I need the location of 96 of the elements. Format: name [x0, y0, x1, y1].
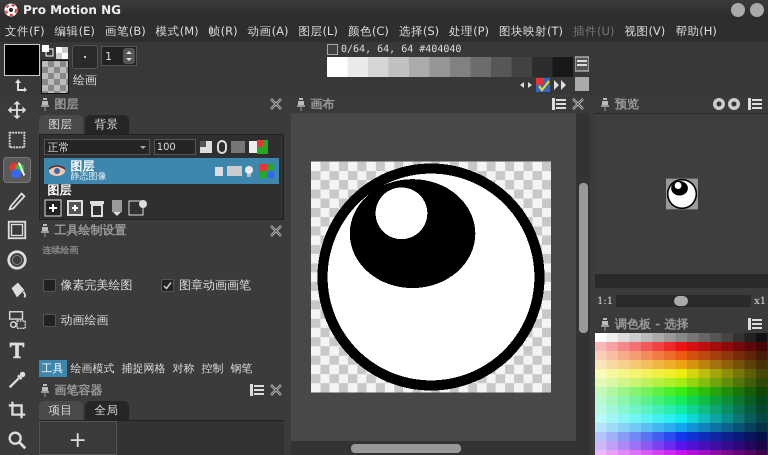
pin-icon[interactable]	[601, 98, 609, 110]
merge-layer-icon[interactable]	[110, 199, 124, 217]
default-colors-icon[interactable]	[42, 45, 68, 61]
menu-icon[interactable]	[552, 98, 566, 110]
tab[interactable]: 背景	[84, 115, 129, 134]
zoom-icon	[6, 429, 28, 451]
layer-name: 图层	[70, 160, 95, 172]
ramp-menu-icon[interactable]	[575, 56, 589, 92]
minimize-button[interactable]	[731, 3, 745, 17]
pin-icon[interactable]	[40, 224, 49, 238]
brush-size-field[interactable]: 1	[101, 46, 137, 66]
panel-title: 预览	[615, 96, 640, 112]
app-logo-icon	[4, 3, 18, 17]
layer-properties-icon[interactable]	[128, 199, 148, 217]
color-info-text: 0/64, 64, 64 #404040	[341, 44, 462, 55]
zoom-ratio: 1:1	[597, 296, 614, 306]
menu-icon[interactable]	[250, 384, 264, 396]
panel-title: 画布	[310, 96, 336, 112]
tab[interactable]: 项目	[38, 401, 83, 420]
menu-item[interactable]: 处理(P)	[444, 24, 494, 38]
opacity-field[interactable]: 100	[154, 139, 196, 155]
close-icon[interactable]	[270, 98, 282, 110]
tab[interactable]: 绘画模式	[68, 360, 118, 378]
rectangle-icon	[6, 219, 28, 241]
pin-icon[interactable]	[40, 98, 49, 110]
panel-title: 调色板 - 选择	[615, 316, 690, 332]
shade-ramp-drawing[interactable]	[327, 57, 573, 77]
checkbox[interactable]	[42, 314, 56, 327]
move-icon	[6, 99, 28, 121]
menu-item[interactable]: 帮助(H)	[670, 24, 722, 38]
swap-icon[interactable]	[14, 78, 28, 92]
checkbox-label: 图章动画画笔	[179, 276, 252, 294]
layer-options-icon[interactable]	[200, 140, 268, 154]
pin-icon[interactable]	[296, 98, 305, 110]
menu-item[interactable]: 选择(S)	[394, 24, 444, 38]
menu-icon[interactable]	[748, 318, 762, 330]
mode-label: 绘画	[73, 72, 97, 89]
layer-flags-icon[interactable]	[214, 163, 275, 179]
menu-item[interactable]: 颜色(C)	[342, 24, 394, 38]
spin-arrows-icon[interactable]	[123, 48, 135, 64]
close-icon[interactable]	[270, 224, 282, 237]
menu-item[interactable]: 画笔(B)	[100, 24, 151, 38]
pin-icon[interactable]	[40, 384, 49, 396]
trash-icon[interactable]	[88, 199, 106, 217]
crop-icon	[6, 399, 28, 421]
background-color-swatch[interactable]	[41, 60, 69, 94]
close-icon[interactable]	[270, 384, 282, 396]
panel-title: 工具绘制设置	[54, 222, 128, 240]
zoom-factor: x1	[754, 296, 766, 306]
checkbox[interactable]	[42, 278, 56, 292]
layer-row[interactable]: 图层 静态图像	[44, 158, 279, 184]
ring-icon	[6, 249, 28, 271]
panel-title: 图层	[54, 96, 80, 112]
checkbox-label: 像素完美绘图	[60, 276, 133, 294]
stamp-icon	[6, 309, 28, 331]
menu-item[interactable]: 图层(L)	[293, 24, 343, 38]
menu-item[interactable]: 图块映射(T)	[494, 24, 568, 38]
layer-name: 图层	[48, 184, 73, 196]
vertical-scrollbar[interactable]	[576, 113, 590, 455]
horizontal-scrollbar[interactable]	[290, 441, 576, 455]
checkbox[interactable]	[161, 278, 174, 292]
pin-icon[interactable]	[601, 318, 609, 330]
new-layer-icon[interactable]	[44, 199, 62, 217]
menu-item[interactable]: 模式(M)	[150, 24, 204, 38]
menu-item[interactable]: 动画(A)	[242, 24, 294, 38]
selection-icon	[6, 129, 28, 151]
color-palette-grid[interactable]	[595, 333, 768, 455]
menu-item[interactable]: 文件(F)	[0, 24, 50, 38]
add-brush-button[interactable]: +	[38, 421, 117, 455]
tab[interactable]: 对称	[170, 360, 198, 378]
menu-item[interactable]: 编辑(E)	[50, 24, 100, 38]
maximize-button[interactable]	[750, 3, 764, 17]
zoom-slider-thumb[interactable]	[674, 296, 688, 306]
tab[interactable]: 工具	[38, 360, 67, 378]
duplicate-layer-icon[interactable]	[66, 199, 84, 217]
window-title: Pro Motion NG	[23, 3, 122, 17]
menu-icon[interactable]	[748, 98, 762, 110]
tab[interactable]: 捕捉网格	[118, 360, 169, 378]
tab[interactable]: 钢笔	[228, 360, 256, 378]
tab[interactable]: 图层	[38, 115, 83, 134]
tool-button[interactable]	[3, 157, 32, 183]
check-icon	[163, 280, 172, 290]
checkbox-label: 动画绘画	[60, 312, 109, 329]
blend-mode-dropdown[interactable]: 正常	[44, 139, 150, 155]
section-label: 连续绘画	[42, 244, 80, 257]
menu-item[interactable]: 视图(V)	[619, 24, 670, 38]
menu-item[interactable]: 帧(R)	[204, 24, 243, 38]
rotate-icon[interactable]	[712, 97, 742, 111]
layer-type: 静态图像	[70, 172, 108, 182]
tab[interactable]: 控制	[198, 360, 227, 378]
visibility-eye-icon[interactable]	[48, 165, 66, 177]
preview-thumbnail	[666, 178, 698, 210]
close-icon[interactable]	[572, 98, 584, 110]
foreground-color-swatch[interactable]	[4, 44, 40, 76]
panel-title: 画笔容器	[54, 382, 104, 398]
tab[interactable]: 全局	[84, 401, 129, 420]
